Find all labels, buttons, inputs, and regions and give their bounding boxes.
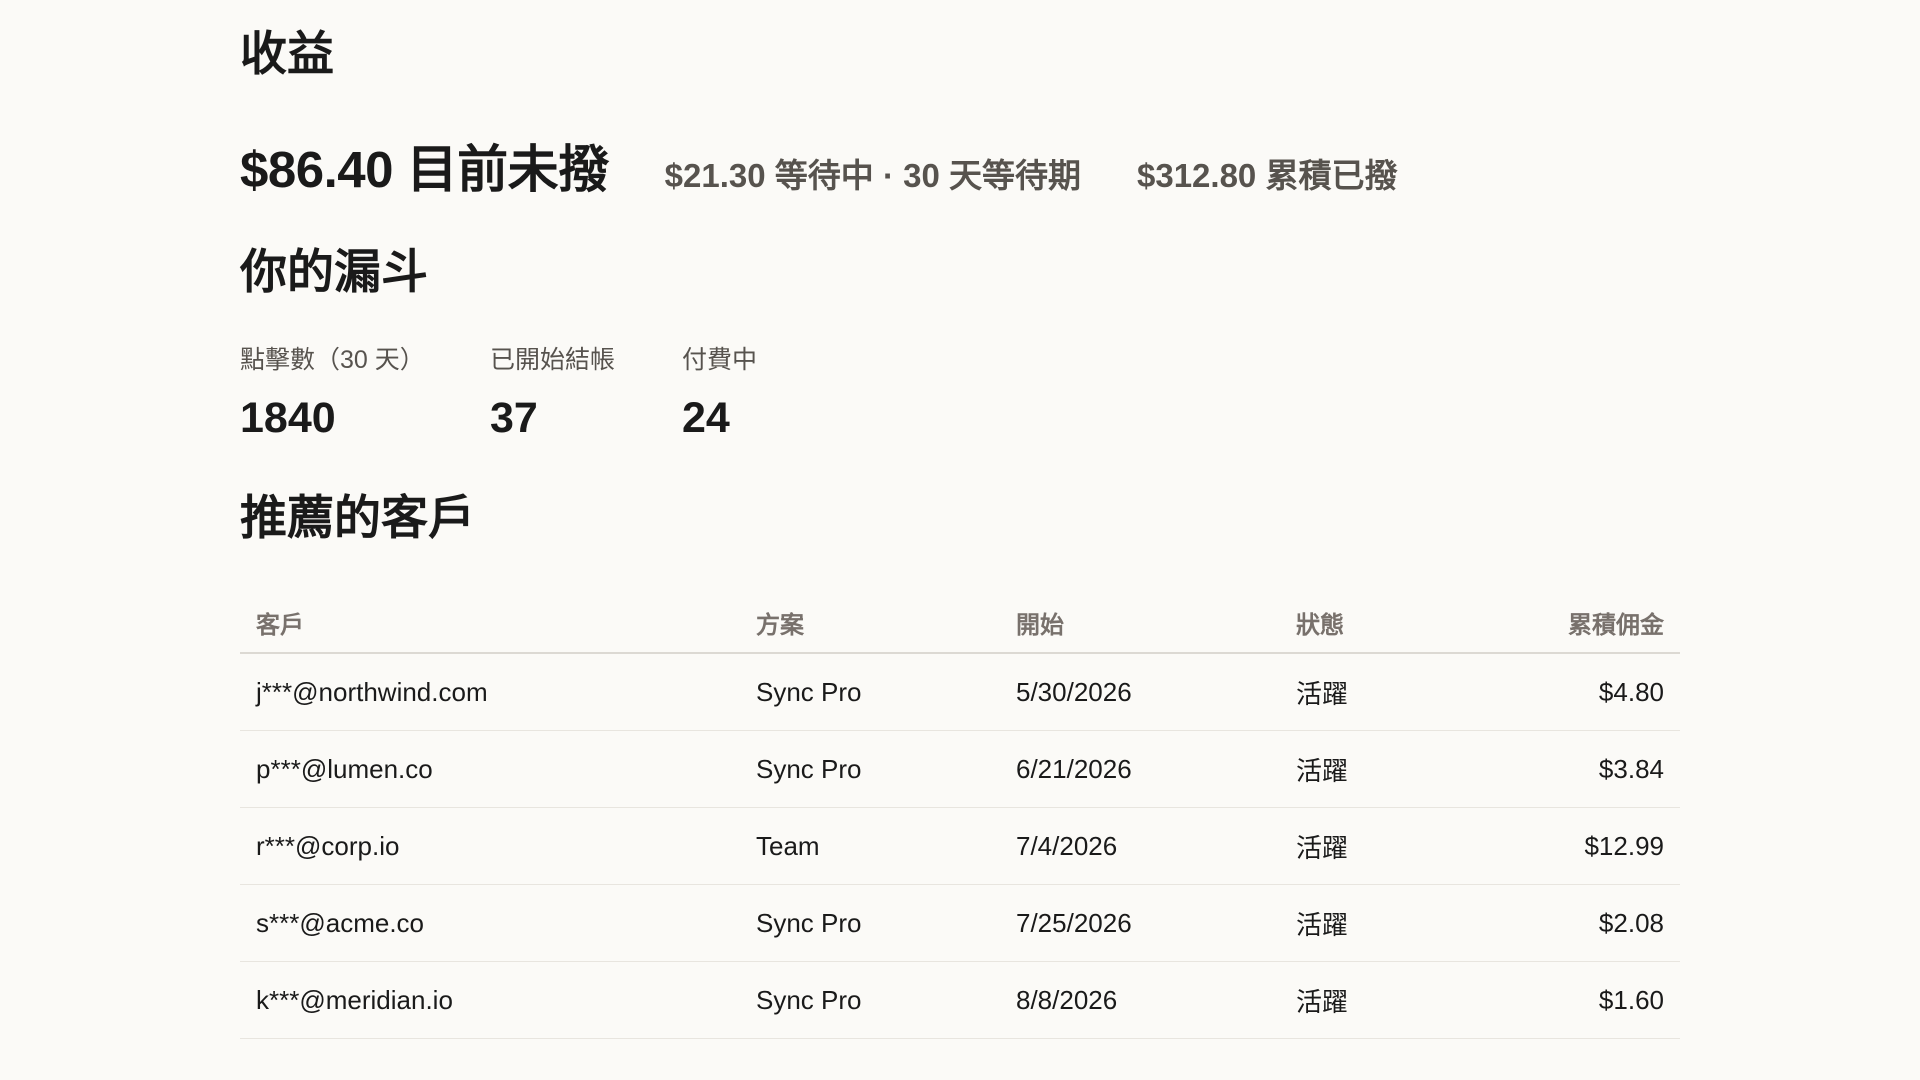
cell-start: 8/8/2026 (1000, 961, 1280, 1039)
funnel-stats: 點擊數（30 天） 1840 已開始結帳 37 付費中 24 (240, 344, 832, 444)
pending-earnings: $21.30 等待中 · 30 天等待期 (664, 157, 1081, 194)
column-header-commission: 累積佣金 (1488, 592, 1680, 654)
funnel-title: 你的漏斗 (240, 245, 428, 298)
earnings-summary: $86.40 目前未撥 $21.30 等待中 · 30 天等待期 $312.80… (240, 128, 1397, 202)
cell-customer: s***@acme.co (240, 884, 740, 962)
cell-commission: $12.99 (1488, 807, 1680, 885)
cell-status: 活躍 (1280, 884, 1488, 962)
cell-customer: p***@lumen.co (240, 730, 740, 808)
stat-label: 已開始結帳 (490, 346, 616, 374)
paid-total-earnings: $312.80 累積已撥 (1136, 157, 1398, 194)
table-row: r***@corp.io Team 7/4/2026 活躍 $12.99 (240, 807, 1680, 885)
table-body: j***@northwind.com Sync Pro 5/30/2026 活躍… (240, 653, 1680, 1039)
stat-clicks: 點擊數（30 天） 1840 (240, 344, 490, 444)
header-row: 客戶 方案 開始 狀態 累積佣金 (240, 592, 1680, 654)
stat-paying: 付費中 24 (682, 344, 832, 444)
cell-start: 5/30/2026 (1000, 653, 1280, 731)
column-header-plan: 方案 (740, 592, 1000, 654)
cell-commission: $4.80 (1488, 653, 1680, 731)
stat-label: 點擊數（30 天） (240, 346, 425, 374)
cell-commission: $2.08 (1488, 884, 1680, 962)
cell-status: 活躍 (1280, 730, 1488, 808)
unpaid-earnings: $86.40 目前未撥 (240, 141, 609, 198)
earnings-page: 收益 $86.40 目前未撥 $21.30 等待中 · 30 天等待期 $312… (0, 0, 1920, 1080)
cell-status: 活躍 (1280, 807, 1488, 885)
column-header-status: 狀態 (1280, 592, 1488, 654)
table-row: s***@acme.co Sync Pro 7/25/2026 活躍 $2.08 (240, 884, 1680, 962)
table-row: p***@lumen.co Sync Pro 6/21/2026 活躍 $3.8… (240, 730, 1680, 808)
table-row: k***@meridian.io Sync Pro 8/8/2026 活躍 $1… (240, 961, 1680, 1039)
cell-customer: r***@corp.io (240, 807, 740, 885)
customers-table: 客戶 方案 開始 狀態 累積佣金 j***@northwind.com Sync… (240, 592, 1680, 1039)
cell-plan: Sync Pro (740, 884, 1000, 962)
cell-plan: Sync Pro (740, 653, 1000, 731)
cell-plan: Team (740, 807, 1000, 885)
cell-customer: j***@northwind.com (240, 653, 740, 731)
cell-start: 6/21/2026 (1000, 730, 1280, 808)
stat-checkout-started: 已開始結帳 37 (490, 344, 682, 444)
cell-status: 活躍 (1280, 653, 1488, 731)
table-header: 客戶 方案 開始 狀態 累積佣金 (240, 592, 1680, 654)
cell-start: 7/4/2026 (1000, 807, 1280, 885)
page-title: 收益 (240, 27, 334, 80)
table-row: j***@northwind.com Sync Pro 5/30/2026 活躍… (240, 653, 1680, 731)
stat-value: 24 (682, 394, 730, 442)
cell-customer: k***@meridian.io (240, 961, 740, 1039)
column-header-customer: 客戶 (240, 592, 740, 654)
cell-plan: Sync Pro (740, 961, 1000, 1039)
cell-plan: Sync Pro (740, 730, 1000, 808)
cell-commission: $1.60 (1488, 961, 1680, 1039)
stat-label: 付費中 (682, 346, 758, 374)
column-header-start: 開始 (1000, 592, 1280, 654)
stat-value: 1840 (240, 394, 336, 442)
cell-status: 活躍 (1280, 961, 1488, 1039)
cell-start: 7/25/2026 (1000, 884, 1280, 962)
stat-value: 37 (490, 394, 538, 442)
customers-title: 推薦的客戶 (240, 491, 475, 544)
cell-commission: $3.84 (1488, 730, 1680, 808)
